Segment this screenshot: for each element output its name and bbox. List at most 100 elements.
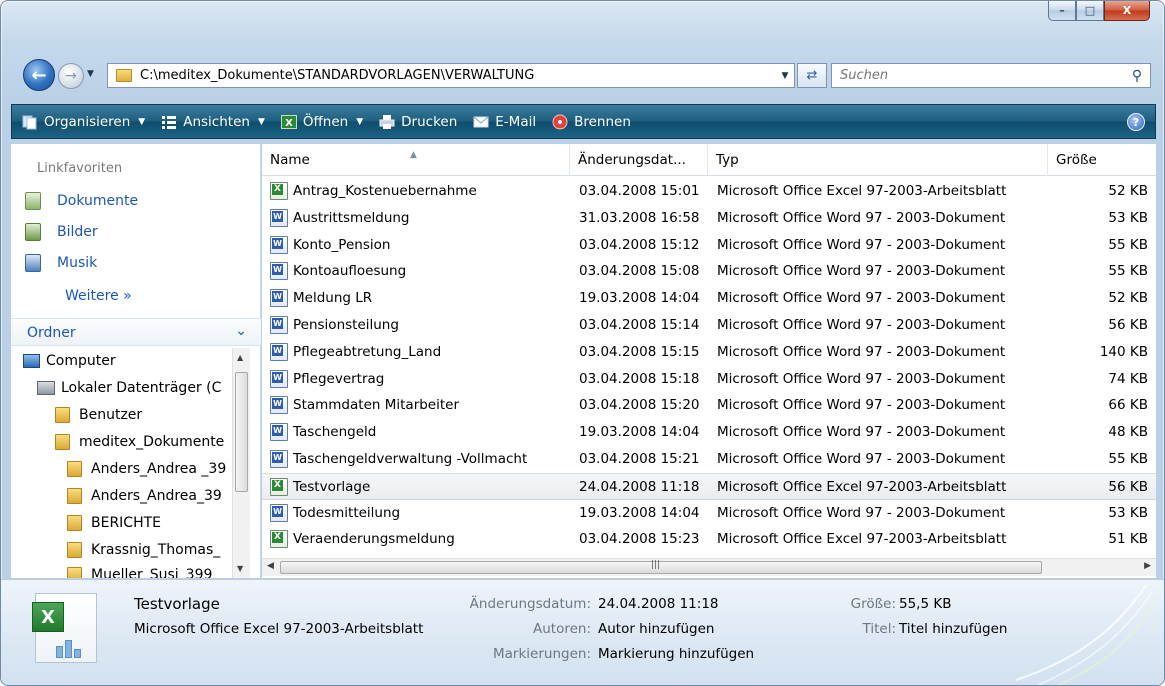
column-header-size[interactable]: Größe (1048, 144, 1156, 176)
file-row[interactable]: Austrittsmeldung 31.03.2008 16:58 Microsof… (262, 205, 1156, 232)
favorite-label: Dokumente (57, 193, 139, 209)
tree-item-folder[interactable]: BERICHTE (67, 515, 161, 531)
file-row[interactable]: Antrag_Kostenuebernahme 03.04.2008 15:01 M… (262, 178, 1156, 205)
tree-item-folder[interactable]: Mueller_Susi_399 (67, 567, 212, 578)
refresh-button[interactable]: ⇄ (797, 63, 827, 88)
file-size: 140 KB (1099, 343, 1148, 360)
file-row[interactable]: Pflegevertrag 03.04.2008 15:18 Microsoft O… (262, 366, 1156, 393)
word-file-icon (270, 369, 288, 388)
tree-item-local-disk[interactable]: Lokaler Datenträger (C (37, 380, 221, 396)
arrow-right-icon: → (65, 68, 77, 84)
details-title-value[interactable]: Titel hinzufügen (899, 621, 1007, 637)
folder-tree-scrollbar[interactable]: ▲ ▼ (232, 348, 250, 578)
file-row[interactable]: Veraenderungsmeldung 03.04.2008 15:23 Micr… (262, 526, 1156, 553)
column-header-date[interactable]: Änderungsdat... (570, 144, 708, 176)
burn-button[interactable]: Brennen (552, 114, 631, 130)
scroll-up-icon[interactable]: ▲ (237, 353, 243, 362)
word-file-icon (270, 449, 288, 468)
tree-item-folder[interactable]: Benutzer (55, 407, 142, 423)
file-name-cell: Testvorlage (270, 474, 570, 500)
file-type: Microsoft Office Excel 97-2003-Arbeitsbl… (717, 531, 1007, 548)
file-size: 51 KB (1108, 531, 1148, 548)
horizontal-scrollbar[interactable]: ◀ ||| ▶ (262, 558, 1156, 576)
folder-icon (67, 461, 82, 477)
search-icon[interactable]: ⚲ (1124, 68, 1150, 84)
file-type: Microsoft Office Word 97 - 2003-Dokument (717, 343, 1006, 360)
tree-item-folder[interactable]: Krassnig_Thomas_ (67, 542, 220, 558)
file-row[interactable]: Pensionsteilung 03.04.2008 15:14 Microsoft… (262, 312, 1156, 339)
file-row[interactable]: Todesmitteilung 19.03.2008 14:04 Microsoft… (262, 500, 1156, 527)
envelope-icon (473, 114, 489, 130)
excel-file-icon (270, 182, 288, 200)
details-authors-value[interactable]: Autor hinzufügen (598, 621, 714, 637)
file-name-cell: Todesmitteilung (270, 500, 570, 526)
favorite-music[interactable]: Musik (25, 254, 97, 272)
recent-pages-dropdown[interactable]: ▼ (87, 69, 94, 79)
details-date-value: 24.04.2008 11:18 (598, 596, 719, 612)
file-name-cell: Kontoaufloesung (270, 258, 570, 284)
email-button[interactable]: E-Mail (473, 114, 536, 130)
organize-button[interactable]: Organisieren ▼ (22, 114, 145, 130)
more-favorites-link[interactable]: Weitere » (65, 288, 132, 304)
favorite-documents[interactable]: Dokumente (25, 192, 138, 210)
tree-item-folder[interactable]: Anders_Andrea_39 (67, 488, 222, 504)
file-size: 56 KB (1108, 316, 1148, 333)
chevron-down-icon: ⌄ (235, 323, 247, 339)
chevron-down-icon: ▼ (356, 116, 364, 127)
forward-button[interactable]: → (58, 63, 84, 89)
favorite-pictures[interactable]: Bilder (25, 223, 98, 241)
address-dropdown[interactable]: ▼ (776, 71, 794, 81)
print-button[interactable]: Drucken (379, 114, 457, 130)
column-header-type[interactable]: Typ (708, 144, 1048, 176)
file-row[interactable]: Konto_Pension 03.04.2008 15:12 Microsoft O… (262, 232, 1156, 259)
file-name: Konto_Pension (293, 236, 391, 253)
excel-file-icon (270, 477, 288, 496)
tree-item-label: Computer (46, 353, 116, 369)
file-row[interactable]: Testvorlage 24.04.2008 11:18 Microsoft Off… (262, 472, 1156, 500)
back-button[interactable]: ← (23, 59, 55, 91)
tree-item-label: Mueller_Susi_399 (91, 567, 213, 578)
file-name-cell: Taschengeldverwaltung -Vollmacht (270, 446, 570, 472)
file-type: Microsoft Office Word 97 - 2003-Dokument (717, 424, 1006, 441)
scroll-down-icon[interactable]: ▼ (237, 564, 243, 573)
burn-label: Brennen (574, 113, 631, 130)
tree-item-folder[interactable]: meditex_Dokumente (55, 434, 224, 450)
printer-icon (379, 114, 395, 130)
file-type: Microsoft Office Word 97 - 2003-Dokument (717, 263, 1006, 280)
close-button[interactable]: X (1104, 1, 1150, 21)
scrollbar-thumb[interactable]: ||| (280, 560, 1042, 574)
scrollbar-thumb[interactable] (235, 372, 248, 492)
maximize-button[interactable]: □ (1076, 1, 1104, 21)
help-button[interactable]: ? (1127, 113, 1145, 131)
tree-item-computer[interactable]: Computer (23, 353, 116, 369)
address-path[interactable]: C:\meditex_Dokumente\STANDARDVORLAGEN\VE… (140, 68, 776, 83)
search-input[interactable] (832, 64, 1124, 87)
file-row[interactable]: Pflegeabtretung_Land 03.04.2008 15:15 Micr… (262, 339, 1156, 366)
file-name-cell: Taschengeld (270, 419, 570, 445)
folders-header-label: Ordner (27, 325, 76, 341)
music-icon (25, 254, 41, 272)
file-row[interactable]: Meldung LR 19.03.2008 14:04 Microsoft Offi… (262, 285, 1156, 312)
folders-header[interactable]: Ordner ⌄ (11, 318, 261, 346)
column-header-name[interactable]: ▲ Name (262, 144, 570, 176)
file-row[interactable]: Stammdaten Mitarbeiter 03.04.2008 15:20 Mi… (262, 392, 1156, 419)
views-button[interactable]: Ansichten ▼ (161, 114, 265, 130)
file-name-cell: Pflegevertrag (270, 366, 570, 392)
minimize-button[interactable]: – (1048, 1, 1076, 21)
scroll-right-icon[interactable]: ▶ (1144, 561, 1151, 571)
open-button[interactable]: X Öffnen ▼ (280, 114, 364, 130)
search-box: ⚲ (831, 63, 1151, 88)
tree-item-label: BERICHTE (91, 515, 162, 531)
scroll-left-icon[interactable]: ◀ (267, 561, 274, 571)
file-name: Stammdaten Mitarbeiter (293, 397, 460, 414)
tree-item-folder[interactable]: Anders_Andrea _39 (67, 461, 226, 477)
file-row[interactable]: Taschengeldverwaltung -Vollmacht 03.04.20… (262, 446, 1156, 473)
file-row[interactable]: Taschengeld 19.03.2008 14:04 Microsoft Off… (262, 419, 1156, 446)
minimize-icon: – (1059, 4, 1065, 17)
chevron-down-icon: ▼ (138, 116, 146, 127)
details-tags-value[interactable]: Markierung hinzufügen (598, 646, 754, 662)
file-name-cell: Pensionsteilung (270, 312, 570, 338)
address-row: ← → ▼ C:\meditex_Dokumente\STANDARDVORLA… (23, 59, 1153, 91)
address-bar[interactable]: C:\meditex_Dokumente\STANDARDVORLAGEN\VE… (107, 63, 795, 88)
file-row[interactable]: Kontoaufloesung 03.04.2008 15:08 Microsoft… (262, 258, 1156, 285)
